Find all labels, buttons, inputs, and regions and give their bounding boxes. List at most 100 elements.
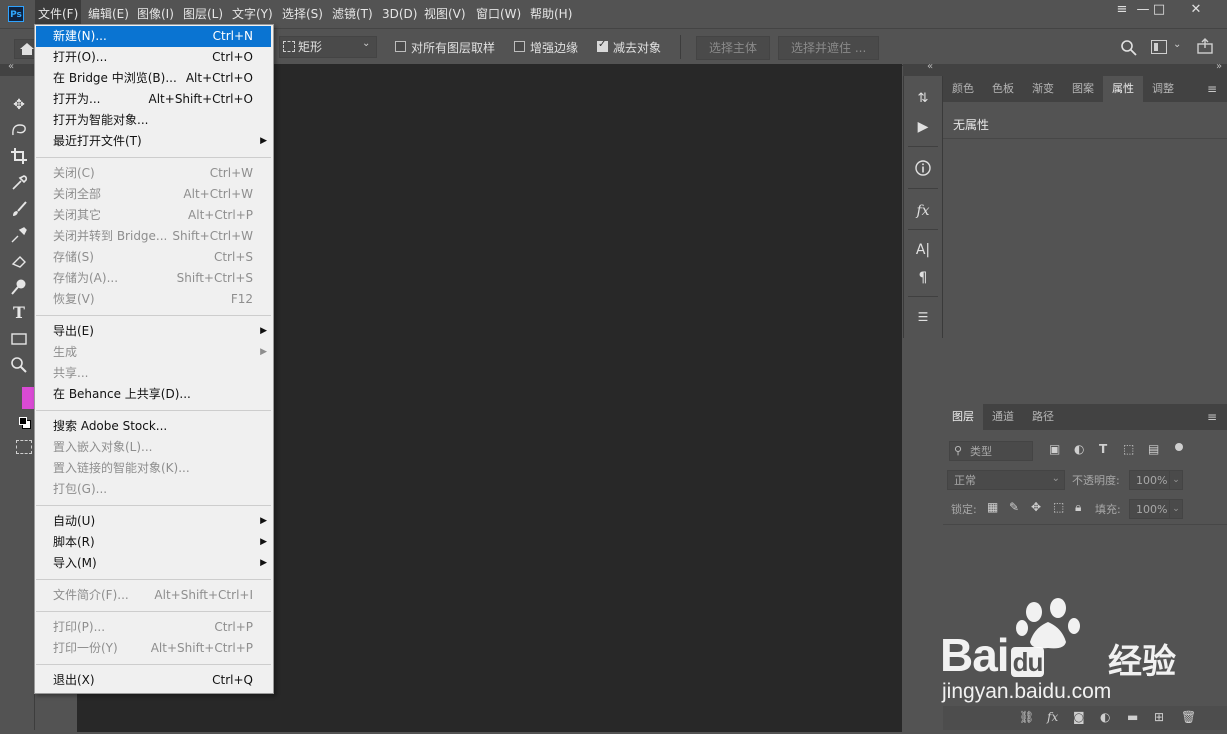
file-menu-item[interactable]: 置入嵌入对象(L)... [36, 437, 271, 458]
move-tool-icon[interactable]: ✥ [10, 96, 28, 114]
sample-all-layers-checkbox[interactable] [395, 41, 406, 52]
fill-slider-button[interactable]: ⌄ [1169, 499, 1183, 519]
adjustment-layer-icon[interactable]: ◐ [1100, 710, 1110, 724]
shape-mode-dropdown[interactable]: 矩形 ⌄ [279, 36, 377, 58]
menu-view[interactable]: 视图(V) [421, 0, 469, 28]
delete-layer-icon[interactable]: 🗑︎ [1181, 710, 1196, 724]
file-menu-item[interactable]: 关闭全部 Alt+Ctrl+W [36, 184, 271, 205]
lock-image-icon[interactable]: ✎ [1009, 500, 1019, 514]
lock-position-icon[interactable]: ✥ [1031, 500, 1041, 514]
file-menu-item[interactable]: 存储为(A)... Shift+Ctrl+S [36, 268, 271, 289]
close-icon[interactable]: ✕ [1178, 0, 1214, 22]
lock-artboard-icon[interactable]: ⬚ [1053, 500, 1064, 514]
tab-layers[interactable]: 图层 [943, 404, 983, 430]
file-menu-item[interactable]: 新建(N)... Ctrl+N [36, 26, 271, 47]
subtract-target-checkbox[interactable] [597, 39, 608, 52]
menu-3d[interactable]: 3D(D) [379, 0, 420, 28]
tab-color[interactable]: 颜色 [943, 76, 983, 102]
link-layers-icon[interactable]: ⛓ [1019, 710, 1034, 724]
filter-pixel-icon[interactable]: ▣ [1049, 442, 1060, 456]
character-icon[interactable]: A| [914, 241, 932, 259]
menu-select[interactable]: 选择(S) [279, 0, 326, 28]
glyphs-icon[interactable]: ☰ [914, 308, 932, 326]
new-group-icon[interactable]: ▬ [1127, 710, 1138, 724]
tab-swatches[interactable]: 色板 [983, 76, 1023, 102]
file-menu-item[interactable]: 自动(U) ▶ [36, 511, 271, 532]
blur-tool-icon[interactable] [10, 278, 28, 296]
tab-properties[interactable]: 属性 [1103, 76, 1143, 102]
type-tool-icon[interactable]: T [10, 304, 28, 322]
maximize-icon[interactable]: □ [1145, 0, 1173, 22]
workspace-icon[interactable] [1151, 40, 1167, 54]
quick-mask-icon[interactable] [16, 440, 32, 454]
file-menu-item[interactable]: 存储(S) Ctrl+S [36, 247, 271, 268]
zoom-tool-icon[interactable] [10, 356, 28, 374]
select-subject-button[interactable]: 选择主体 [696, 36, 771, 60]
eraser-tool-icon[interactable] [10, 252, 28, 270]
layer-filter-dropdown[interactable]: 类型 ⚲ [949, 441, 1033, 461]
foreground-color-swatch[interactable] [22, 387, 34, 409]
lasso-tool-icon[interactable] [10, 121, 28, 139]
layer-mask-icon[interactable]: ◙ [1073, 710, 1085, 724]
filter-shape-icon[interactable]: ⬚ [1123, 442, 1134, 456]
filter-type-icon[interactable]: T [1099, 442, 1107, 456]
collapse-icon[interactable]: « [927, 61, 933, 72]
file-menu-item[interactable]: 导出(E) ▶ [36, 321, 271, 342]
opacity-slider-button[interactable]: ⌄ [1169, 470, 1183, 490]
file-menu-item[interactable]: 共享... [36, 363, 271, 384]
file-menu-item[interactable]: 关闭(C) Ctrl+W [36, 163, 271, 184]
menu-window[interactable]: 窗口(W) [473, 0, 524, 28]
enhance-edge-checkbox[interactable] [514, 41, 525, 52]
actions-play-icon[interactable]: ▶ [914, 118, 932, 136]
file-menu-item[interactable]: 在 Bridge 中浏览(B)... Alt+Ctrl+O [36, 68, 271, 89]
file-menu-item[interactable]: 文件简介(F)... Alt+Shift+Ctrl+I [36, 585, 271, 606]
panel-menu-icon[interactable]: ≡ [1207, 82, 1217, 96]
tab-patterns[interactable]: 图案 [1063, 76, 1103, 102]
file-menu-item[interactable]: 置入链接的智能对象(K)... [36, 458, 271, 479]
tab-paths[interactable]: 路径 [1023, 404, 1063, 430]
panel-menu-icon[interactable]: ≡ [1207, 410, 1217, 424]
eyedropper-tool-icon[interactable] [10, 174, 28, 192]
filter-adjustment-icon[interactable]: ◐ [1074, 442, 1084, 456]
filter-smart-object-icon[interactable]: ▤ [1148, 442, 1159, 456]
info-icon[interactable] [914, 159, 932, 177]
file-menu-item[interactable]: 最近打开文件(T) ▶ [36, 131, 271, 152]
file-menu-item[interactable]: 打包(G)... [36, 479, 271, 500]
file-menu-item[interactable]: 打印(P)... Ctrl+P [36, 617, 271, 638]
file-menu-item[interactable]: 打开为... Alt+Shift+Ctrl+O [36, 89, 271, 110]
tab-channels[interactable]: 通道 [983, 404, 1023, 430]
clone-stamp-tool-icon[interactable] [10, 226, 28, 244]
file-menu-item[interactable]: 在 Behance 上共享(D)... [36, 384, 271, 405]
new-layer-icon[interactable]: ⊞ [1154, 710, 1164, 724]
layer-style-fx-icon[interactable]: fx [1047, 710, 1058, 724]
blend-mode-dropdown[interactable]: 正常 ⌄ [947, 470, 1065, 490]
select-and-mask-button[interactable]: 选择并遮住 ... [778, 36, 880, 60]
tab-adjustments[interactable]: 调整 [1143, 76, 1183, 102]
paragraph-icon[interactable]: ¶ [914, 269, 932, 287]
lock-all-icon[interactable]: 🔒︎ [1075, 500, 1081, 515]
styles-fx-icon[interactable]: fx [914, 202, 932, 220]
file-menu-item[interactable]: 关闭并转到 Bridge... Shift+Ctrl+W [36, 226, 271, 247]
tab-gradients[interactable]: 渐变 [1023, 76, 1063, 102]
file-menu-item[interactable]: 打开为智能对象... [36, 110, 271, 131]
search-icon[interactable] [1120, 39, 1138, 57]
file-menu-item[interactable]: 搜索 Adobe Stock... [36, 416, 271, 437]
filter-toggle-icon[interactable] [1175, 443, 1183, 451]
history-icon[interactable]: ⇅ [914, 90, 932, 108]
file-menu-item[interactable]: 打印一份(Y) Alt+Shift+Ctrl+P [36, 638, 271, 659]
file-menu-item[interactable]: 打开(O)... Ctrl+O [36, 47, 271, 68]
chevron-down-icon[interactable]: ⌄ [1173, 39, 1181, 50]
brush-tool-icon[interactable] [10, 200, 28, 218]
share-icon[interactable] [1196, 37, 1216, 55]
menu-filter[interactable]: 滤镜(T) [329, 0, 376, 28]
collapse-icon[interactable]: « [8, 61, 14, 72]
rectangle-tool-icon[interactable] [10, 330, 28, 348]
file-menu-item[interactable]: 导入(M) ▶ [36, 553, 271, 574]
swap-colors-icon[interactable] [19, 417, 31, 429]
collapse-icon[interactable]: » [1216, 61, 1222, 72]
menu-help[interactable]: 帮助(H) [527, 0, 575, 28]
file-menu-item[interactable]: 关闭其它 Alt+Ctrl+P [36, 205, 271, 226]
file-menu-item[interactable]: 恢复(V) F12 [36, 289, 271, 310]
file-menu-item[interactable]: 退出(X) Ctrl+Q [36, 670, 271, 691]
file-menu-item[interactable]: 生成 ▶ [36, 342, 271, 363]
